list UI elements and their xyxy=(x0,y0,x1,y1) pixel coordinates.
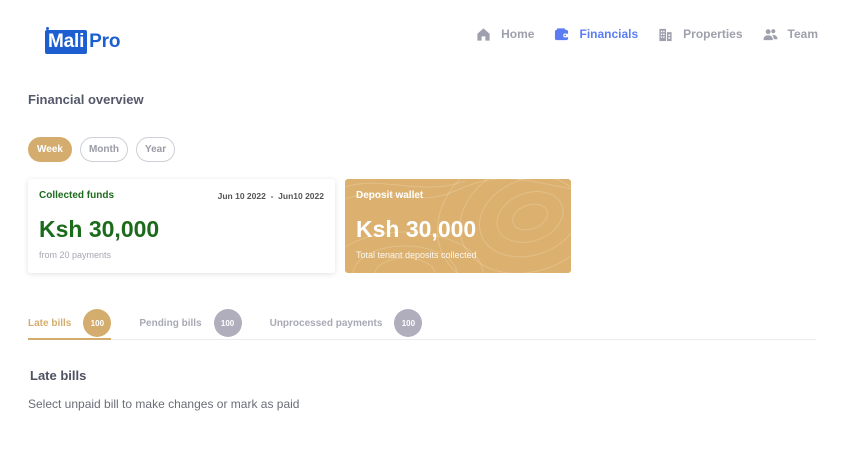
app-logo[interactable]: Mali Pro xyxy=(45,27,121,55)
period-week-button[interactable]: Week xyxy=(28,137,72,162)
wallet-icon xyxy=(554,27,569,42)
bills-tabs: Late bills 100 Pending bills 100 Unproce… xyxy=(28,307,816,340)
top-nav: Home Financials Properties Team xyxy=(476,25,818,43)
pending-bills-count-badge: 100 xyxy=(213,309,242,337)
nav-team-label: Team xyxy=(787,27,818,41)
date-to: Jun10 2022 xyxy=(278,191,324,201)
tab-pending-bills-label: Pending bills xyxy=(139,317,202,329)
nav-home-label: Home xyxy=(501,27,535,41)
deposit-wallet-card: Deposit wallet Ksh 30,000 Total tenant d… xyxy=(345,179,571,273)
building-icon xyxy=(658,27,673,42)
logo-pro-text: Pro xyxy=(89,31,121,52)
tab-late-bills-label: Late bills xyxy=(28,317,72,329)
tab-unprocessed-payments[interactable]: Unprocessed payments 100 xyxy=(270,307,423,339)
home-icon xyxy=(476,27,491,42)
section-title: Late bills xyxy=(30,368,87,383)
date-separator: - xyxy=(270,191,274,201)
collected-funds-card: Collected funds Jun 10 2022 - Jun10 2022… xyxy=(28,179,335,273)
nav-financials-label: Financials xyxy=(579,27,639,41)
collected-subtext: from 20 payments xyxy=(39,250,112,260)
logo-mali-text: Mali xyxy=(45,27,88,54)
deposit-amount: Ksh 30,000 xyxy=(356,216,477,242)
page-title: Financial overview xyxy=(28,92,144,107)
nav-home[interactable]: Home xyxy=(476,27,534,42)
tab-late-bills[interactable]: Late bills 100 xyxy=(28,307,112,340)
deposit-wallet-label: Deposit wallet xyxy=(356,190,424,201)
nav-team[interactable]: Team xyxy=(763,27,818,42)
nav-properties[interactable]: Properties xyxy=(658,27,743,42)
date-from: Jun 10 2022 xyxy=(217,191,266,201)
collected-funds-label: Collected funds xyxy=(39,190,115,201)
unprocessed-payments-count-badge: 100 xyxy=(394,309,423,337)
period-month-button[interactable]: Month xyxy=(79,137,128,162)
team-icon xyxy=(763,27,778,42)
deposit-subtext: Total tenant deposits collected xyxy=(356,250,477,260)
period-year-button[interactable]: Year xyxy=(135,137,176,162)
nav-financials[interactable]: Financials xyxy=(554,27,638,42)
section-description: Select unpaid bill to make changes or ma… xyxy=(28,397,300,411)
collected-date-range: Jun 10 2022 - Jun10 2022 xyxy=(218,191,324,201)
late-bills-count-badge: 100 xyxy=(83,309,112,337)
tab-pending-bills[interactable]: Pending bills 100 xyxy=(139,307,242,339)
period-selector: Week Month Year xyxy=(28,137,183,162)
tab-unprocessed-payments-label: Unprocessed payments xyxy=(269,317,383,329)
collected-amount: Ksh 30,000 xyxy=(39,216,160,242)
nav-properties-label: Properties xyxy=(683,27,743,41)
